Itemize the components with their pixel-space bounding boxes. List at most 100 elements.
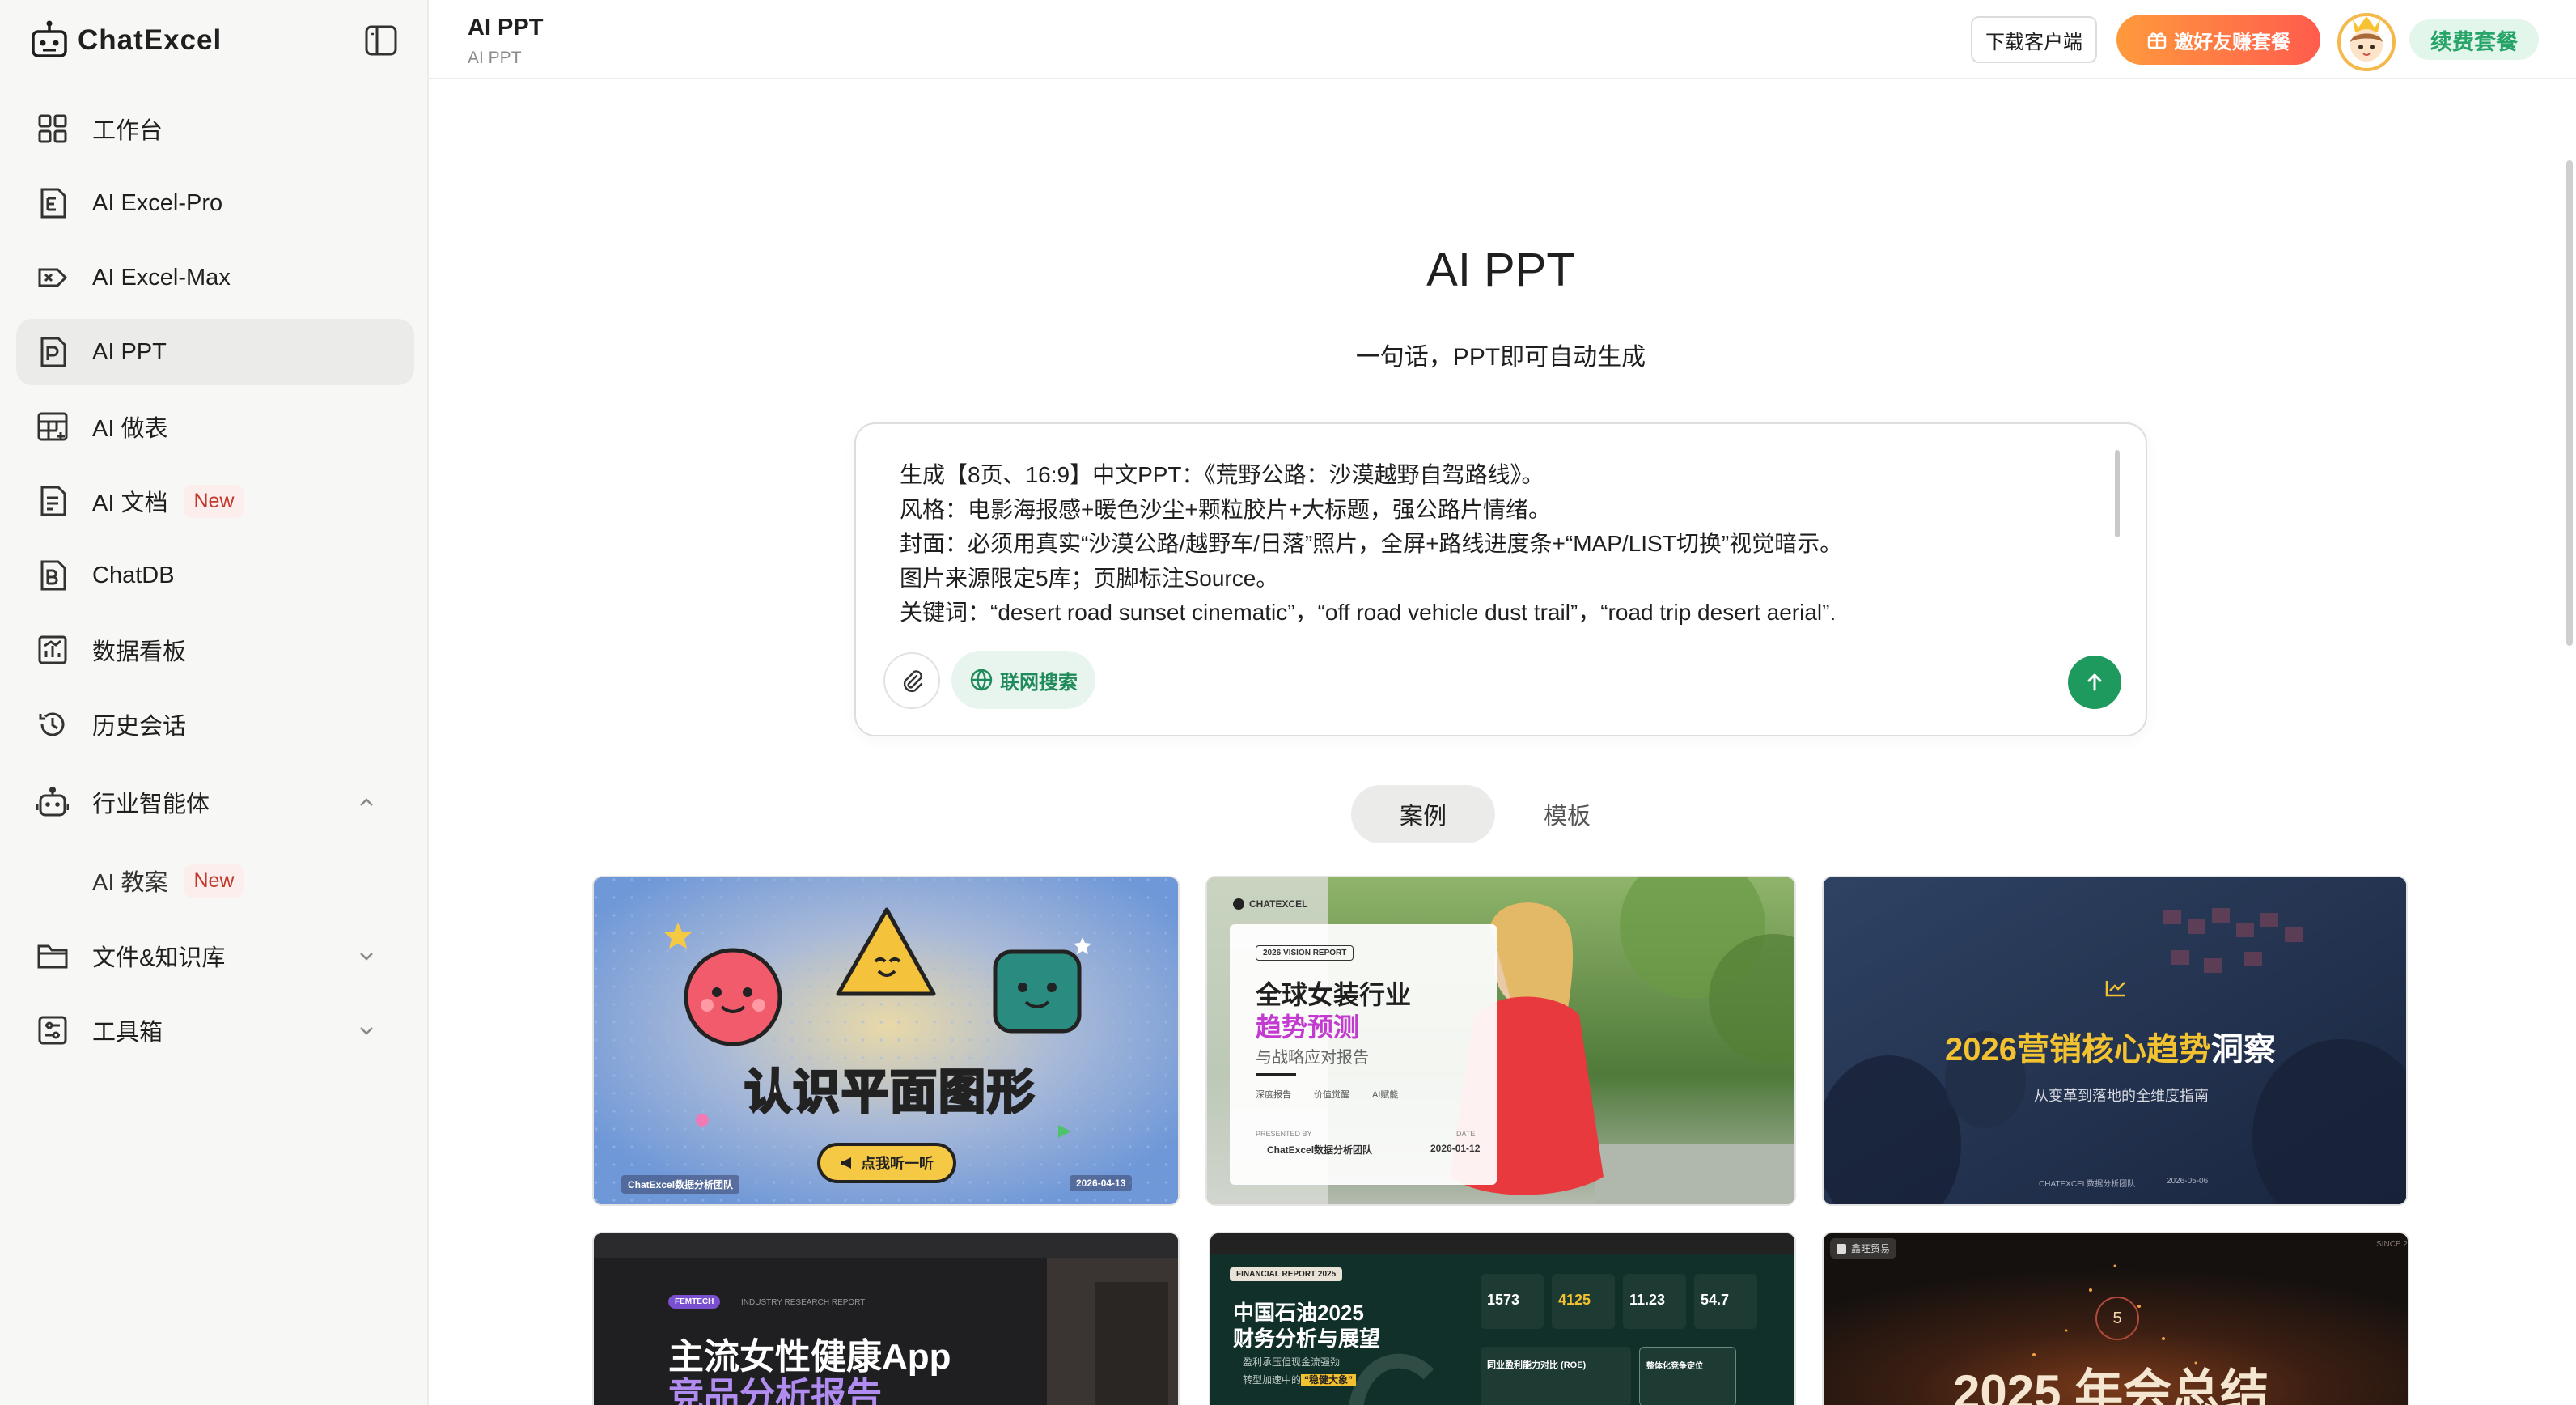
metric-tile: 1573 xyxy=(1481,1274,1544,1329)
sidebar-toggle-button[interactable] xyxy=(362,23,400,58)
card-date-label: DATE xyxy=(1456,1130,1476,1138)
prompt-scrollbar[interactable] xyxy=(2115,450,2120,537)
card-tag: 2026 VISION REPORT xyxy=(1256,945,1354,961)
card-subtitle: 从变革到落地的全维度指南 xyxy=(2034,1088,2209,1104)
metric-tile: 4125 xyxy=(1552,1274,1615,1329)
tab-cases[interactable]: 案例 xyxy=(1351,785,1496,843)
avatar[interactable] xyxy=(2332,3,2401,73)
tab-templates[interactable]: 模板 xyxy=(1495,785,1639,843)
robot-logo-icon xyxy=(32,20,67,57)
chevron-down-icon xyxy=(360,953,373,961)
send-button[interactable] xyxy=(2068,656,2121,709)
main-title: AI PPT xyxy=(1426,244,1575,296)
card-divider xyxy=(1256,1073,1296,1076)
prompt-line: 封面：必须用真实“沙漠公路/越野车/日落”照片，全屏+路线进度条+“MAP/LI… xyxy=(900,531,1843,556)
case-card[interactable]: 2026营销核心趋势洞察 从变革到落地的全维度指南 CHATEXCEL数据分析团… xyxy=(1822,876,2408,1206)
folder-icon xyxy=(36,939,70,973)
sidebar-item-ai-table[interactable]: AI 做表 xyxy=(16,393,414,460)
megaphone-icon xyxy=(841,1157,851,1169)
excel-pro-icon xyxy=(36,186,70,220)
case-card[interactable]: 鑫旺贸易 SINCE 2 5 2025 年会总结 xyxy=(1822,1232,2409,1405)
sidebar-item-files[interactable]: 文件&知识库 xyxy=(16,923,414,989)
brand-icon xyxy=(1837,1243,1846,1254)
chevron-up-icon xyxy=(360,798,373,806)
card-desc-part: 转型加速中的 xyxy=(1243,1374,1302,1386)
history-icon xyxy=(36,707,70,741)
renew-plan-button[interactable]: 续费套餐 xyxy=(2409,19,2539,60)
card-number-badge: 5 xyxy=(2095,1297,2139,1340)
web-search-toggle[interactable]: 联网搜索 xyxy=(951,651,1095,709)
sidebar-item-industry-agents[interactable]: 行业智能体 xyxy=(16,766,414,838)
card-desc-highlight: “稳健大象” xyxy=(1301,1374,1357,1386)
logo[interactable]: ChatExcel xyxy=(28,18,222,63)
new-badge: New xyxy=(184,484,244,518)
database-icon xyxy=(36,558,70,592)
card-title: 认识平面图形 xyxy=(743,1065,1036,1120)
card-desc: 盈利承压但现金流强劲 xyxy=(1243,1356,1341,1368)
sidebar-item-label: 文件&知识库 xyxy=(92,945,226,971)
case-card[interactable]: FINANCIAL REPORT 2025 中国石油2025 财务分析与展望 盈… xyxy=(1209,1232,1796,1405)
ppt-icon xyxy=(36,335,70,369)
excel-max-icon xyxy=(36,261,70,295)
sidebar-item-label: AI 文档 xyxy=(92,490,168,516)
sidebar-item-ai-ppt[interactable]: AI PPT xyxy=(16,319,414,385)
table-icon xyxy=(36,410,70,444)
card-brand: CHATEXCEL xyxy=(1233,898,1307,910)
app-window: ChatExcel 工作台 AI Excel-Pro AI Excel-Max … xyxy=(0,0,2576,1405)
card-brand: 鑫旺贸易 xyxy=(1830,1238,1897,1259)
sidebar-item-excel-max[interactable]: AI Excel-Max xyxy=(16,244,414,311)
panel-label: 同业盈利能力对比 (ROE) xyxy=(1487,1360,1587,1370)
card-tag: FEMTECH xyxy=(668,1295,721,1309)
sidebar-item-label: AI 做表 xyxy=(92,416,168,442)
prompt-textarea[interactable]: 生成【8页、16:9】中文PPT：《荒野公路：沙漠越野自驾路线》。 风格：电影海… xyxy=(900,458,2113,638)
card-date: 2026-01-12 xyxy=(1430,1143,1481,1154)
card-chip: 价值觉醒 xyxy=(1314,1090,1349,1100)
download-client-button[interactable]: 下载客户端 xyxy=(1971,16,2097,63)
sidebar-item-chatdb[interactable]: ChatDB xyxy=(16,542,414,609)
card-panel: 同业盈利能力对比 (ROE) xyxy=(1481,1347,1631,1405)
case-card[interactable]: FEMTECH INDUSTRY RESEARCH REPORT 主流女性健康A… xyxy=(592,1232,1180,1405)
card-title-part: 2026营销 xyxy=(1945,1032,2082,1068)
toolbox-icon xyxy=(36,1013,70,1047)
metric-tile: 54.7 xyxy=(1694,1274,1757,1329)
card-title: 财务分析与展望 xyxy=(1233,1326,1381,1351)
grid-icon xyxy=(36,112,70,146)
sidebar-item-workbench[interactable]: 工作台 xyxy=(16,96,414,162)
card-date: 2026-04-13 xyxy=(1070,1175,1133,1191)
card-title-highlight: 趋势预测 xyxy=(1256,1012,1360,1042)
card-chips: 深度报告 价值觉醒 AI赋能 xyxy=(1256,1088,1398,1101)
card-play-button: 点我听一听 xyxy=(817,1143,956,1183)
metric-value: 1573 xyxy=(1487,1292,1520,1308)
invite-label: 邀好友赚套餐 xyxy=(2174,31,2290,53)
sidebar-item-history[interactable]: 历史会话 xyxy=(16,691,414,758)
brand-label: 鑫旺贸易 xyxy=(1851,1243,1891,1254)
sidebar-item-label: AI 教案 xyxy=(92,870,168,896)
prompt-input-box[interactable]: 生成【8页、16:9】中文PPT：《荒野公路：沙漠越野自驾路线》。 风格：电影海… xyxy=(854,422,2147,736)
sidebar-item-dashboard[interactable]: 数据看板 xyxy=(16,617,414,683)
prompt-line: 生成【8页、16:9】中文PPT：《荒野公路：沙漠越野自驾路线》。 xyxy=(900,462,1544,487)
sidebar-item-excel-pro[interactable]: AI Excel-Pro xyxy=(16,170,414,236)
card-team: ChatExcel数据分析团队 xyxy=(621,1175,740,1194)
sidebar: ChatExcel 工作台 AI Excel-Pro AI Excel-Max … xyxy=(0,0,429,1405)
view-tabs: 案例 模板 xyxy=(1351,785,1639,843)
case-card[interactable]: CHATEXCEL 2026 VISION REPORT 全球女装行业 趋势预测… xyxy=(1205,876,1796,1206)
metric-value: 4125 xyxy=(1558,1292,1591,1308)
sidebar-item-ai-doc[interactable]: AI 文档 New xyxy=(16,468,414,534)
case-card[interactable]: 认识平面图形 点我听一听 ChatExcel数据分析团队 2026-04-13 xyxy=(592,876,1180,1206)
panel-label: 整体化竞争定位 xyxy=(1646,1362,1703,1371)
sidebar-nav: 工作台 AI Excel-Pro AI Excel-Max AI PPT AI … xyxy=(16,96,414,1072)
attach-file-button[interactable] xyxy=(883,652,940,709)
sidebar-item-label: 工作台 xyxy=(92,118,163,144)
scrollbar-thumb[interactable] xyxy=(2566,160,2573,646)
card-title-highlight: 竞品分析报告 xyxy=(668,1376,882,1405)
card-title: 2026营销核心趋势洞察 xyxy=(1945,1023,2276,1070)
card-date: 2026-05-06 xyxy=(2167,1177,2209,1186)
metric-tile: 11.23 xyxy=(1623,1274,1686,1329)
card-panel: 整体化竞争定位 xyxy=(1639,1347,1736,1405)
sidebar-item-toolbox[interactable]: 工具箱 xyxy=(16,997,414,1063)
sidebar-subitem-ai-lesson[interactable]: AI 教案 New xyxy=(16,847,414,915)
invite-friends-button[interactable]: 邀好友赚套餐 xyxy=(2116,15,2320,65)
page-scrollbar[interactable] xyxy=(2561,79,2576,1405)
prompt-line: 图片来源限定5库；页脚标注Source。 xyxy=(900,565,1279,591)
prompt-line: 风格：电影海报感+暖色沙尘+颗粒胶片+大标题，强公路片情绪。 xyxy=(900,496,1552,522)
